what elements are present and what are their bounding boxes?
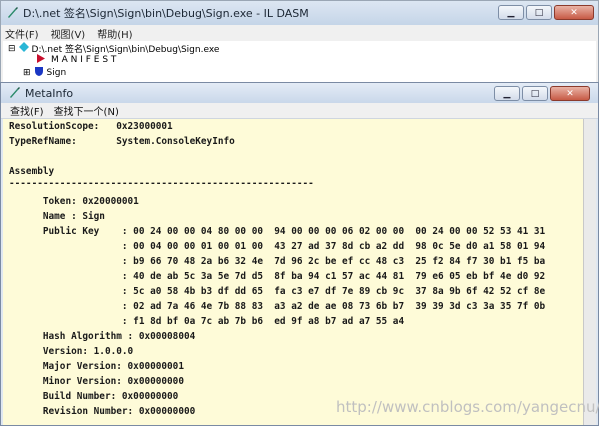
metainfo-line: Revision Number: 0x00000000 xyxy=(9,406,196,417)
maximize-button[interactable]: □ xyxy=(526,5,552,20)
metainfo-line: TypeRefName: System.ConsoleKeyInfo xyxy=(9,136,235,147)
metainfo-title-bar[interactable]: MetaInfo ▁ □ ✕ xyxy=(1,83,598,103)
metainfo-separator: ----------------------------------------… xyxy=(9,178,314,189)
tree-sign-label: Sign xyxy=(46,67,67,78)
watermark-text: http://www.cnblogs.com/yangecnu/ xyxy=(336,398,599,416)
menu-find[interactable]: 查找(F) xyxy=(10,103,44,118)
metainfo-line: Name : Sign xyxy=(9,211,105,222)
manifest-icon xyxy=(37,54,45,66)
ildasm-title-bar[interactable]: D:\.net 签名\Sign\Sign\bin\Debug\Sign.exe … xyxy=(1,1,598,25)
ildasm-menu-bar: 文件(F) 视图(V) 帮助(H) xyxy=(1,25,598,41)
tree-manifest-label: M A N I F E S T xyxy=(51,55,117,65)
ildasm-app-icon xyxy=(5,6,19,20)
metainfo-line: Major Version: 0x00000001 xyxy=(9,361,184,372)
metainfo-menu-bar: 查找(F) 查找下一个(N) xyxy=(1,103,598,119)
assembly-icon xyxy=(18,42,29,55)
collapse-icon[interactable]: ⊟ xyxy=(8,44,16,54)
metainfo-line: : 02 ad 7a 46 4e 7b 88 83 a3 a2 de ae 08… xyxy=(9,301,546,312)
metainfo-line: : 5c a0 58 4b b3 df dd 65 fa c3 e7 df 7e… xyxy=(9,286,546,297)
expand-icon[interactable]: ⊞ xyxy=(23,68,31,78)
metainfo-close-button[interactable]: ✕ xyxy=(550,86,590,101)
metainfo-line: Assembly xyxy=(9,166,55,177)
metainfo-text-area[interactable]: ResolutionScope: 0x23000001 TypeRefName:… xyxy=(3,119,584,425)
tree-node-sign[interactable]: ⊞ Sign xyxy=(23,66,66,79)
metainfo-line: : f1 8d bf 0a 7c ab 7b b6 ed 9f a8 b7 ad… xyxy=(9,316,405,327)
close-button[interactable]: ✕ xyxy=(554,5,594,20)
close-icon: ✕ xyxy=(570,7,578,18)
menu-help[interactable]: 帮助(H) xyxy=(97,26,132,41)
minimize-button[interactable]: ▁ xyxy=(498,5,524,20)
metainfo-line: Token: 0x20000001 xyxy=(9,196,139,207)
metainfo-window: MetaInfo ▁ □ ✕ 查找(F) 查找下一个(N) Resolution… xyxy=(0,82,599,426)
menu-view[interactable]: 视图(V) xyxy=(51,26,86,41)
metainfo-line: ResolutionScope: 0x23000001 xyxy=(9,121,173,132)
metainfo-maximize-button[interactable]: □ xyxy=(522,86,548,101)
ildasm-window-title: D:\.net 签名\Sign\Sign\bin\Debug\Sign.exe … xyxy=(23,7,309,20)
vertical-scrollbar[interactable] xyxy=(583,119,596,425)
metainfo-line: Version: 1.0.0.0 xyxy=(9,346,134,357)
metainfo-line: Hash Algorithm : 0x00008004 xyxy=(9,331,196,342)
close-icon: ✕ xyxy=(566,88,574,99)
metainfo-app-icon xyxy=(7,86,21,100)
minimize-icon: ▁ xyxy=(503,88,511,99)
tree-node-manifest[interactable]: M A N I F E S T xyxy=(37,54,116,66)
menu-find-next[interactable]: 查找下一个(N) xyxy=(54,103,119,118)
metainfo-minimize-button[interactable]: ▁ xyxy=(494,86,520,101)
minimize-icon: ▁ xyxy=(507,7,515,18)
maximize-icon: □ xyxy=(530,88,540,99)
metainfo-line: Minor Version: 0x00000000 xyxy=(9,376,184,387)
maximize-icon: □ xyxy=(534,7,544,18)
namespace-shield-icon xyxy=(34,66,44,79)
metainfo-line: : 00 04 00 00 01 00 01 00 43 27 ad 37 8d… xyxy=(9,241,546,252)
metainfo-line: Public Key : 00 24 00 00 04 80 00 00 94 … xyxy=(9,226,546,237)
menu-file[interactable]: 文件(F) xyxy=(5,26,39,41)
metainfo-line: : b9 66 70 48 2a b6 32 4e 7d 96 2c be ef… xyxy=(9,256,546,267)
metainfo-line: : 40 de ab 5c 3a 5e 7d d5 8f ba 94 c1 57… xyxy=(9,271,546,282)
metainfo-window-title: MetaInfo xyxy=(25,86,74,100)
metainfo-line: Build Number: 0x00000000 xyxy=(9,391,179,402)
